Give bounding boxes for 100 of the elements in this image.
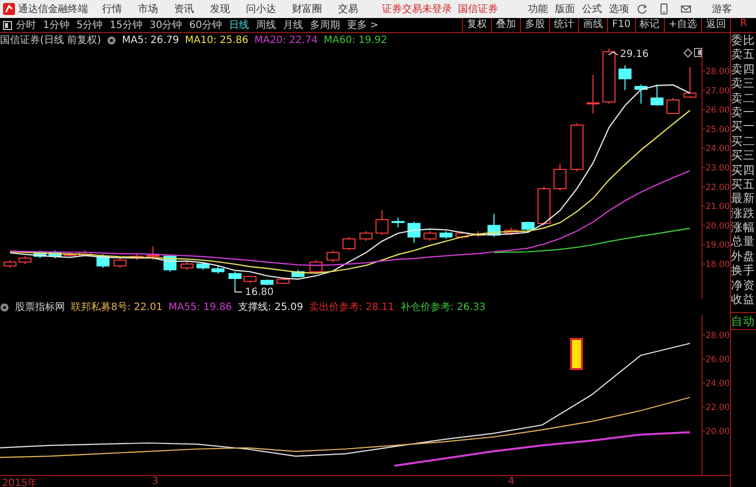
candlestick (360, 230, 372, 242)
candlestick (310, 260, 322, 274)
period-tab[interactable]: 周线 (256, 18, 276, 32)
period-tab[interactable]: 日线 (228, 18, 249, 32)
candlestick (408, 221, 420, 244)
indicator-tick-label: 20.00 (706, 426, 730, 437)
indicator-tick-label: 24.00 (706, 379, 730, 389)
candlestick (650, 84, 664, 106)
quote-field-label: 卖四 (731, 62, 756, 76)
diamond-icon (683, 48, 693, 58)
price-tick-label: 26.00 (706, 106, 730, 116)
price-tick-label: 25.00 (706, 124, 730, 135)
price-tick-label: 27.00 (706, 86, 730, 96)
quote-field-label: 涨幅 (731, 220, 756, 234)
candlestick (78, 250, 92, 257)
candlestick (180, 262, 194, 270)
indicator-value: MA5: 26.79 (122, 34, 179, 46)
price-tick-label: 23.00 (706, 164, 730, 174)
indicator-value: 支撑线: 25.09 (238, 300, 304, 314)
quote-field-label: 涨跌 (731, 206, 756, 220)
refresh-icon[interactable] (636, 3, 648, 15)
menu-item[interactable]: 交易 (338, 2, 358, 16)
menu-item[interactable]: 发现 (210, 2, 230, 16)
candlestick (130, 254, 144, 261)
period-tab[interactable]: 15分钟 (110, 18, 142, 32)
indicator-panel-title: 股票指标网 (15, 300, 65, 314)
corner-label: R (731, 18, 756, 33)
indicator-value: 卖出价参考: 28.11 (309, 300, 394, 314)
quote-field-label: 委比 (731, 33, 756, 48)
gear-icon[interactable] (106, 36, 116, 44)
menu-item[interactable]: 问小达 (246, 2, 276, 16)
price-tick-label: 28.00 (706, 67, 730, 77)
candlestick (4, 260, 16, 268)
period-tab[interactable]: 30分钟 (149, 18, 182, 32)
more-periods-link[interactable]: 更多 > (346, 18, 379, 32)
menu-item[interactable]: 财富圈 (292, 2, 322, 16)
period-tab[interactable]: 1分钟 (43, 18, 70, 32)
quote-field-label: 卖三 (731, 76, 756, 91)
quote-field-label: 买三 (731, 148, 756, 163)
quote-field-label: 总量 (731, 234, 756, 249)
candlestick (326, 250, 340, 263)
quote-field-label: 卖五 (731, 47, 756, 62)
quote-field-label: 收益 (731, 292, 756, 306)
candlestick (554, 163, 566, 192)
quote-field-label: 买二 (731, 134, 756, 148)
candlestick (538, 186, 550, 226)
menu-item[interactable]: 资讯 (174, 2, 194, 16)
menu-item[interactable]: 行情 (102, 2, 122, 16)
broker-name: 国信证券 (458, 2, 498, 16)
quote-field-label: 换手 (731, 263, 756, 278)
candlestick (392, 217, 404, 228)
period-tab[interactable]: 5分钟 (76, 18, 103, 32)
low-price-label: 16.80 (245, 287, 274, 298)
auto-button[interactable]: 自动 (731, 312, 756, 330)
price-tick-label: 24.00 (706, 144, 730, 154)
indicator-value: 补仓价参考: 26.33 (400, 300, 486, 314)
candlestick (602, 48, 616, 104)
quote-field-label: 卖一 (731, 104, 756, 120)
panel-toggle-icon[interactable] (694, 48, 702, 57)
price-tick-label: 18.00 (706, 260, 730, 270)
stock-title: 国信证券(日线 前复权) (0, 34, 101, 47)
price-tick-label: 22.00 (706, 182, 730, 193)
toolbar-item[interactable]: 选项 (609, 2, 629, 16)
candlestick (666, 98, 680, 114)
quote-field-label: 净资 (731, 278, 756, 292)
candlestick (684, 66, 696, 99)
user-name[interactable]: 游客 (712, 2, 732, 16)
price-tick-label: 21.00 (706, 202, 730, 212)
indicator-value: MA55: 19.86 (168, 302, 232, 312)
menu-item[interactable]: 市场 (138, 2, 158, 16)
candlestick (440, 230, 452, 240)
candlestick (146, 246, 160, 261)
toolbar-item[interactable]: 公式 (582, 2, 602, 16)
toolbar-item[interactable]: 版面 (555, 2, 575, 16)
price-tick-label: 19.00 (706, 240, 730, 251)
indicator-value: MA20: 22.74 (254, 34, 318, 46)
indicator-tick-label: 28.00 (706, 331, 730, 342)
period-tab[interactable]: 60分钟 (189, 18, 222, 32)
candlestick (196, 262, 210, 270)
candlestick (244, 275, 256, 284)
panel-toggle-icon[interactable] (3, 20, 12, 30)
period-tab[interactable]: 分时 (16, 18, 36, 32)
gear-icon[interactable] (0, 302, 9, 312)
candlestick (292, 269, 304, 278)
phone-icon[interactable] (658, 3, 670, 15)
low-marker-icon (234, 286, 242, 292)
envelope-icon[interactable] (680, 3, 692, 15)
period-tab[interactable]: 多周期 (310, 18, 340, 32)
period-tab[interactable]: 月线 (282, 18, 303, 32)
candlestick (18, 256, 32, 264)
indicator-value: 联邦私募8号: 22.01 (71, 300, 163, 314)
app-title: 通达信金融终端 (18, 2, 88, 16)
high-price-label: 29.16 (620, 49, 649, 60)
toolbar-item[interactable]: 功能 (528, 2, 548, 16)
indicator-tick-label: 26.00 (706, 355, 730, 366)
date-axis-label: 2015年 (2, 477, 38, 487)
candlestick (586, 74, 600, 114)
candlestick (634, 84, 648, 104)
quote-field-label: 卖二 (731, 90, 756, 105)
candlestick (522, 221, 534, 232)
